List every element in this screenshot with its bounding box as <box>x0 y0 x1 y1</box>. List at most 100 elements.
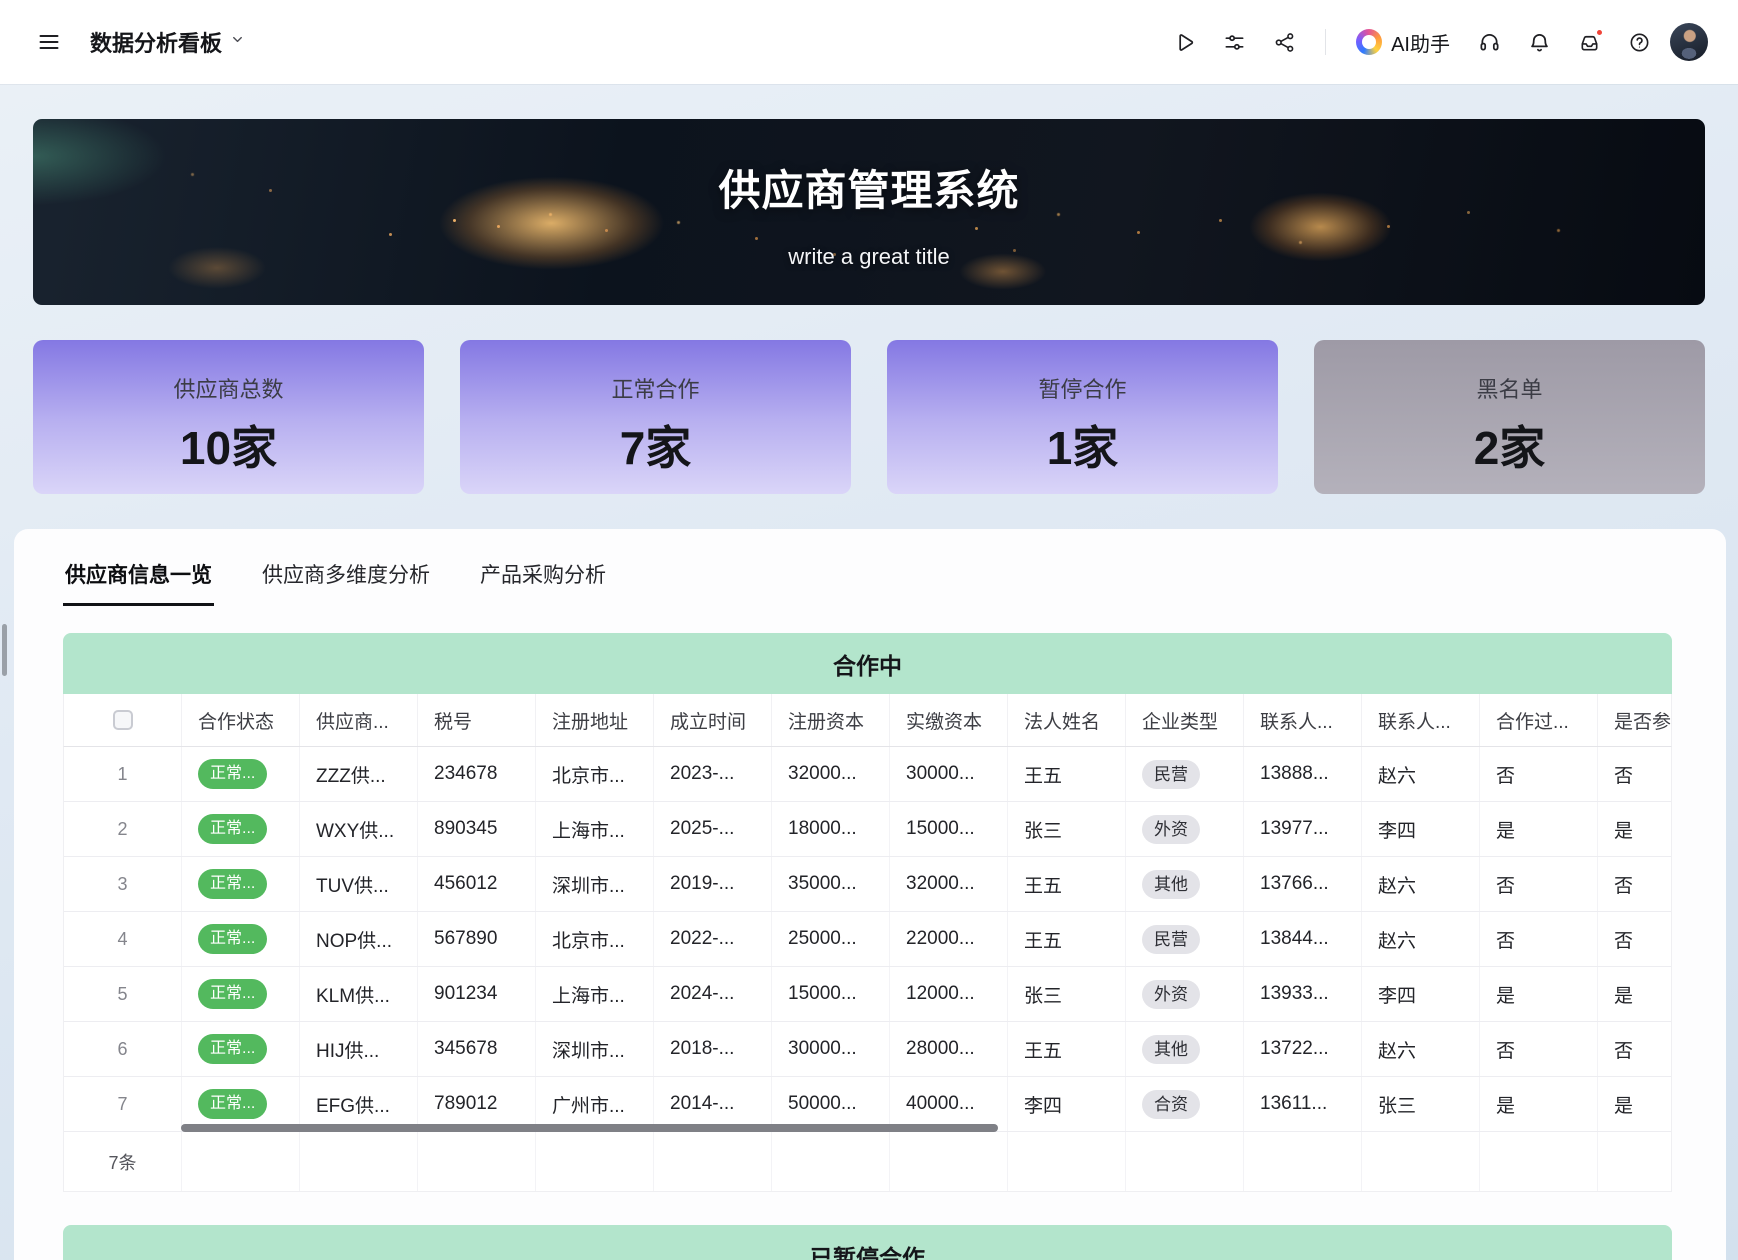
cell-legal_name: 王五 <box>1008 1022 1126 1076</box>
cell-contact_phone: 13977... <box>1244 802 1362 856</box>
cell-contact_name: 赵六 <box>1362 1022 1480 1076</box>
cell-reg_capital: 32000... <box>772 747 890 801</box>
select-all-checkbox[interactable] <box>113 710 133 730</box>
supplier-table-paused: 已暂停合作 <box>63 1225 1672 1260</box>
table-row[interactable]: 4正常...NOP供...567890北京市...2022-...25000..… <box>64 912 1671 967</box>
table-header-row: 合作状态供应商...税号注册地址成立时间注册资本实缴资本法人姓名企业类型联系人.… <box>63 694 1672 747</box>
row-index: 5 <box>64 967 182 1021</box>
cell-reg_capital: 35000... <box>772 857 890 911</box>
column-header[interactable]: 是否参 <box>1598 694 1673 746</box>
footer-cell <box>536 1132 654 1191</box>
cell-founded: 2022-... <box>654 912 772 966</box>
settings-sliders-icon[interactable] <box>1215 23 1253 61</box>
column-header[interactable]: 注册地址 <box>536 694 654 746</box>
inbox-icon[interactable] <box>1570 23 1608 61</box>
column-header[interactable]: 联系人... <box>1362 694 1480 746</box>
cell-tax_no: 901234 <box>418 967 536 1021</box>
cell-participated: 是 <box>1598 967 1673 1021</box>
table-row[interactable]: 6正常...HIJ供...345678深圳市...2018-...30000..… <box>64 1022 1671 1077</box>
column-header[interactable]: 合作状态 <box>182 694 300 746</box>
bell-icon[interactable] <box>1520 23 1558 61</box>
column-header[interactable]: 实缴资本 <box>890 694 1008 746</box>
cell-paid_capital: 32000... <box>890 857 1008 911</box>
cell-participated: 否 <box>1598 857 1673 911</box>
ai-assistant-button[interactable]: AI助手 <box>1348 22 1458 63</box>
cell-paid_capital: 28000... <box>890 1022 1008 1076</box>
cell-reg_capital: 25000... <box>772 912 890 966</box>
stat-card-normal-cooperation[interactable]: 正常合作 7家 <box>460 340 851 494</box>
tab-supplier-multidimensional-analysis[interactable]: 供应商多维度分析 <box>260 553 432 606</box>
cell-company_type: 民营 <box>1126 747 1244 801</box>
cell-tax_no: 345678 <box>418 1022 536 1076</box>
tab-supplier-info-overview[interactable]: 供应商信息一览 <box>63 553 214 606</box>
column-header[interactable]: 注册资本 <box>772 694 890 746</box>
cell-company_type: 外资 <box>1126 802 1244 856</box>
table-row[interactable]: 1正常...ZZZ供...234678北京市...2023-...32000..… <box>64 747 1671 802</box>
page-title: 数据分析看板 <box>90 26 222 58</box>
status-badge: 正常... <box>198 759 267 789</box>
row-index: 2 <box>64 802 182 856</box>
cell-coop: 否 <box>1480 857 1598 911</box>
tab-product-procurement-analysis[interactable]: 产品采购分析 <box>478 553 608 606</box>
cell-address: 深圳市... <box>536 1022 654 1076</box>
stat-value: 10家 <box>180 412 277 478</box>
table-row[interactable]: 5正常...KLM供...901234上海市...2024-...15000..… <box>64 967 1671 1022</box>
table-row[interactable]: 3正常...TUV供...456012深圳市...2019-...35000..… <box>64 857 1671 912</box>
horizontal-scrollbar[interactable] <box>181 1124 998 1132</box>
column-header[interactable]: 企业类型 <box>1126 694 1244 746</box>
column-header[interactable]: 合作过... <box>1480 694 1598 746</box>
notification-dot <box>1595 28 1604 37</box>
stat-label: 黑名单 <box>1476 372 1542 404</box>
stat-card-paused-cooperation[interactable]: 暂停合作 1家 <box>887 340 1278 494</box>
row-index: 7 <box>64 1077 182 1131</box>
stat-card-total-suppliers[interactable]: 供应商总数 10家 <box>33 340 424 494</box>
cell-contact_name: 赵六 <box>1362 912 1480 966</box>
headset-icon[interactable] <box>1470 23 1508 61</box>
stat-card-blacklist[interactable]: 黑名单 2家 <box>1314 340 1705 494</box>
stat-value: 2家 <box>1474 412 1546 478</box>
cell-contact_name: 张三 <box>1362 1077 1480 1131</box>
cell-contact_name: 李四 <box>1362 802 1480 856</box>
cell-participated: 否 <box>1598 747 1673 801</box>
play-icon[interactable] <box>1165 23 1203 61</box>
column-header[interactable]: 联系人... <box>1244 694 1362 746</box>
hero-title: 供应商管理系统 <box>718 157 1019 218</box>
cell-status: 正常... <box>182 1077 300 1131</box>
stat-label: 供应商总数 <box>173 372 283 404</box>
chevron-down-icon <box>230 32 245 52</box>
cell-coop: 否 <box>1480 912 1598 966</box>
cell-status: 正常... <box>182 967 300 1021</box>
stat-value: 7家 <box>620 412 692 478</box>
footer-cell <box>300 1132 418 1191</box>
select-all-cell <box>64 694 182 746</box>
paused-group-header: 已暂停合作 <box>63 1225 1672 1260</box>
column-header[interactable]: 法人姓名 <box>1008 694 1126 746</box>
cell-contact_phone: 13722... <box>1244 1022 1362 1076</box>
cell-founded: 2018-... <box>654 1022 772 1076</box>
table-group-header: 合作中 <box>63 633 1672 694</box>
cell-address: 广州市... <box>536 1077 654 1131</box>
company-type-badge: 其他 <box>1142 1035 1200 1064</box>
column-header[interactable]: 税号 <box>418 694 536 746</box>
column-header[interactable]: 成立时间 <box>654 694 772 746</box>
cell-tax_no: 567890 <box>418 912 536 966</box>
hero-subtitle: write a great title <box>788 244 949 270</box>
status-badge: 正常... <box>198 979 267 1009</box>
stat-label: 暂停合作 <box>1038 372 1126 404</box>
cell-company_type: 外资 <box>1126 967 1244 1021</box>
cell-paid_capital: 40000... <box>890 1077 1008 1131</box>
vertical-scrollbar[interactable] <box>2 624 7 676</box>
menu-icon[interactable] <box>30 23 68 61</box>
footer-cell <box>182 1132 300 1191</box>
avatar[interactable] <box>1670 23 1708 61</box>
cell-tax_no: 234678 <box>418 747 536 801</box>
help-icon[interactable] <box>1620 23 1658 61</box>
column-header[interactable]: 供应商... <box>300 694 418 746</box>
board-title[interactable]: 数据分析看板 <box>90 26 245 58</box>
footer-cell <box>1480 1132 1598 1191</box>
table-row[interactable]: 2正常...WXY供...890345上海市...2025-...18000..… <box>64 802 1671 857</box>
cell-name: HIJ供... <box>300 1022 418 1076</box>
cell-tax_no: 789012 <box>418 1077 536 1131</box>
cell-coop: 否 <box>1480 747 1598 801</box>
share-icon[interactable] <box>1265 23 1303 61</box>
